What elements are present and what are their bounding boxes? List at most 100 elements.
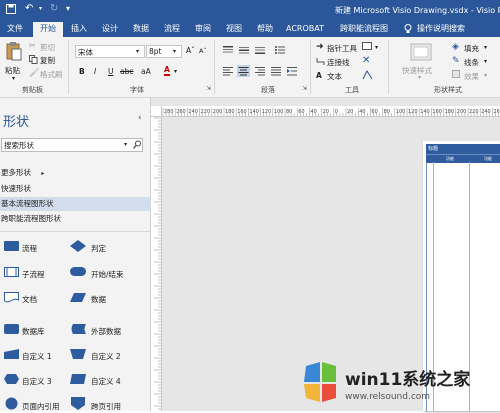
- justify-icon[interactable]: [270, 66, 282, 76]
- text-tool-button[interactable]: 文本: [327, 71, 342, 82]
- align-left-icon[interactable]: [222, 66, 234, 76]
- chevron-down-icon[interactable]: ▾: [375, 44, 378, 51]
- pointer-tool-button[interactable]: 指针工具: [327, 43, 357, 54]
- group-divider: [388, 40, 389, 94]
- data-shape-icon[interactable]: [70, 293, 86, 302]
- shrink-font-icon[interactable]: Aˇ: [199, 47, 207, 55]
- copy-button[interactable]: 复制: [40, 55, 55, 66]
- close-x-icon[interactable]: ✕: [362, 55, 370, 66]
- format-painter-button[interactable]: 格式刷: [40, 69, 63, 80]
- pane-divider: [0, 231, 150, 232]
- nav-cross-functional-shapes[interactable]: 跨职能流程图形状: [0, 212, 151, 226]
- tab-review[interactable]: 审阅: [191, 22, 215, 37]
- save-icon[interactable]: [6, 4, 16, 14]
- indent-icon[interactable]: [286, 66, 298, 76]
- custom2-shape-icon[interactable]: [70, 349, 86, 359]
- search-shapes-field[interactable]: 搜索形状 ▾: [1, 138, 143, 152]
- on-page-reference-shape-icon[interactable]: [5, 397, 18, 410]
- line-button[interactable]: 线条: [464, 57, 479, 68]
- font-size-dropdown[interactable]: 8pt ▾: [146, 45, 182, 58]
- decision-shape-icon[interactable]: [70, 240, 86, 252]
- connection-point-icon[interactable]: [362, 69, 373, 80]
- lightbulb-icon: [404, 24, 412, 34]
- subprocess-shape-icon[interactable]: [4, 267, 19, 277]
- align-bottom-icon[interactable]: [254, 45, 266, 55]
- watermark-logo: [300, 362, 340, 402]
- font-color-button[interactable]: A: [164, 66, 170, 76]
- undo-dropdown-icon[interactable]: ▾: [39, 5, 42, 12]
- tab-insert[interactable]: 插入: [67, 22, 91, 37]
- align-center-icon[interactable]: [237, 65, 250, 77]
- tab-data[interactable]: 数据: [129, 22, 153, 37]
- shape-label-decision: 判定: [91, 244, 106, 253]
- quick-styles-button[interactable]: 快速样式: [402, 65, 432, 76]
- quick-styles-icon[interactable]: [410, 43, 432, 61]
- tell-me-search[interactable]: 操作说明搜索: [416, 22, 466, 37]
- search-input[interactable]: 搜索形状: [4, 140, 34, 151]
- bullets-icon[interactable]: [274, 45, 286, 55]
- font-name-dropdown[interactable]: 宋体 ▾: [75, 45, 145, 58]
- effects-button[interactable]: 效果: [464, 71, 479, 82]
- tab-help[interactable]: 帮助: [253, 22, 277, 37]
- shape-label-document: 文档: [22, 295, 37, 304]
- bold-button[interactable]: B: [79, 67, 85, 76]
- strikethrough-button[interactable]: abc: [120, 67, 133, 76]
- tab-acrobat[interactable]: ACROBAT: [284, 22, 326, 37]
- align-middle-icon[interactable]: [238, 45, 250, 55]
- custom3-shape-icon[interactable]: [4, 374, 19, 384]
- font-name-value: 宋体: [78, 48, 93, 57]
- font-color-dropdown-icon[interactable]: ▾: [174, 68, 177, 75]
- rectangle-tool-icon[interactable]: [362, 42, 373, 51]
- off-page-reference-shape-icon[interactable]: [71, 397, 85, 410]
- chevron-down-icon[interactable]: ▾: [124, 141, 127, 148]
- nav-basic-flowchart-shapes[interactable]: 基本流程图形状: [0, 197, 151, 211]
- swimlane-header[interactable]: 标题: [426, 144, 500, 154]
- chevron-right-icon: ▸: [41, 170, 45, 177]
- document-shape-icon[interactable]: [4, 292, 19, 303]
- align-right-icon[interactable]: [254, 66, 266, 76]
- external-data-shape-icon[interactable]: [70, 324, 86, 334]
- start-end-shape-icon[interactable]: [70, 267, 86, 276]
- ruler-label: 120: [262, 109, 272, 115]
- dialog-launcher-icon[interactable]: ⇲: [206, 85, 211, 92]
- font-size-aa-icon[interactable]: aA: [141, 67, 151, 76]
- chevron-down-icon: ▾: [484, 72, 488, 79]
- ruler-label: 260: [493, 109, 500, 115]
- format-painter-icon: 🖌: [29, 68, 40, 77]
- connector-button[interactable]: 连接线: [327, 57, 350, 68]
- paste-dropdown-icon[interactable]: ▾: [12, 75, 15, 82]
- dialog-launcher-icon[interactable]: ⇲: [302, 85, 307, 92]
- italic-button[interactable]: I: [94, 67, 96, 76]
- tab-file[interactable]: 文件: [2, 22, 28, 37]
- chevron-down-icon: ▾: [173, 48, 177, 55]
- horizontal-ruler[interactable]: 280 260 240 220 200 180 160 140 120 100 80 60 40 20 0 2…: [151, 106, 500, 117]
- scissors-icon: ✂: [29, 41, 36, 50]
- process-shape-icon[interactable]: [4, 241, 19, 251]
- redo-icon[interactable]: ↻: [50, 3, 58, 14]
- fill-button[interactable]: 填充: [464, 43, 479, 54]
- search-icon[interactable]: [133, 140, 142, 149]
- database-shape-icon[interactable]: [4, 324, 19, 334]
- group-divider: [214, 40, 215, 94]
- ruler-label: 160: [237, 109, 247, 115]
- collapse-pane-icon[interactable]: ‹: [138, 113, 142, 123]
- nav-more-shapes[interactable]: 更多形状 ▸: [0, 166, 151, 180]
- customize-quick-access-icon[interactable]: ▾: [66, 4, 70, 13]
- shapes-pane-title: 形状: [3, 115, 30, 130]
- grow-font-icon[interactable]: Aˆ: [186, 46, 195, 55]
- align-top-icon[interactable]: [222, 45, 234, 55]
- tab-process[interactable]: 流程: [160, 22, 184, 37]
- vertical-ruler[interactable]: [151, 116, 162, 413]
- tab-design[interactable]: 设计: [98, 22, 122, 37]
- custom1-shape-icon[interactable]: [4, 349, 19, 359]
- ruler-label: 280: [164, 109, 174, 115]
- underline-button[interactable]: U: [108, 67, 114, 76]
- nav-quick-shapes[interactable]: 快速形状: [0, 182, 151, 196]
- custom4-shape-icon[interactable]: [70, 374, 86, 384]
- tab-cross-functional[interactable]: 跨职能流程图: [336, 22, 392, 37]
- cut-button[interactable]: 剪切: [40, 42, 55, 53]
- tab-home[interactable]: 开始: [33, 22, 63, 37]
- tab-view[interactable]: 视图: [222, 22, 246, 37]
- paste-icon[interactable]: [6, 41, 22, 61]
- undo-icon[interactable]: ↶: [25, 3, 37, 15]
